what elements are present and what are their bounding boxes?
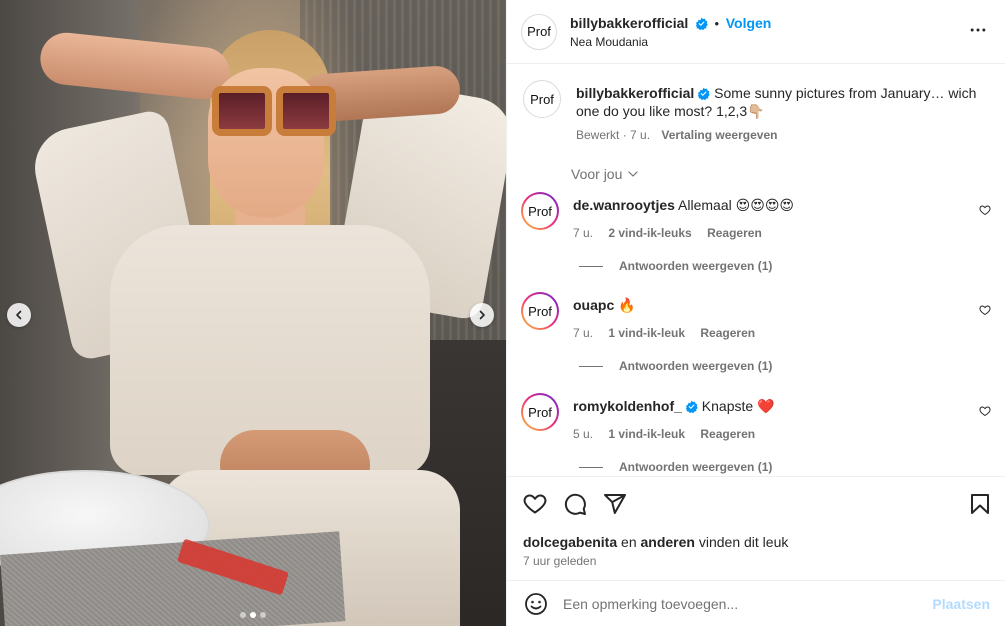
likes-others-link[interactable]: anderen [641,534,695,550]
chevron-left-icon [16,310,22,320]
replies-divider-line [579,466,603,468]
comment-bubble-icon[interactable] [563,492,587,516]
save-bookmark-icon[interactable] [968,492,992,516]
comment-text: Knapste ❤️ [701,398,775,414]
carousel-dot [260,612,266,618]
carousel-prev-button[interactable] [7,303,31,327]
avatar-placeholder-text: Prof [528,404,552,420]
instagram-post: Prof billybakkerofficial • Volgen Nea Mo… [0,0,1005,626]
comment-time: 5 u. [573,427,594,441]
sort-label: Voor jou [571,166,623,182]
comment-sort-dropdown[interactable]: Voor jou [571,166,639,182]
comment-like-count[interactable]: 1 vind-ik-leuk [608,427,685,441]
comment-text: 🔥 [618,297,636,313]
view-replies-label: Antwoorden weergeven (1) [619,359,773,373]
share-send-icon[interactable] [603,492,627,516]
chevron-down-icon [628,171,638,177]
post-actions: dolcegabenita en anderen vinden dit leuk… [507,476,1005,580]
caption-edited-label: Bewerkt [576,128,620,142]
follow-button[interactable]: Volgen [726,15,772,31]
carousel-dot [240,612,246,618]
verified-badge-icon [697,87,711,100]
comment-item: Prof de.wanrooytjes Allemaal 😍😍😍😍 7 u. 2… [521,192,991,242]
post-side-panel: Prof billybakkerofficial • Volgen Nea Mo… [506,0,1005,626]
like-heart-icon[interactable] [523,492,547,516]
view-replies-label: Antwoorden weergeven (1) [619,259,773,273]
likes-suffix: vinden dit leuk [698,534,789,550]
commenter-username[interactable]: romykoldenhof_ [573,398,682,414]
view-replies-button[interactable]: Antwoorden weergeven (1) [579,259,772,273]
replies-divider-line [579,265,603,267]
post-photo[interactable] [0,0,506,626]
comment-like-heart-icon[interactable] [979,204,991,216]
replies-divider-line [579,365,603,367]
post-header: Prof billybakkerofficial • Volgen Nea Mo… [507,0,1005,64]
comment-reply-button[interactable]: Reageren [700,427,755,441]
view-replies-label: Antwoorden weergeven (1) [619,460,773,474]
author-avatar[interactable]: Prof [521,13,557,50]
caption-avatar[interactable]: Prof [523,80,561,118]
avatar-placeholder-text: Prof [528,203,552,219]
comment-text: Allemaal 😍😍😍😍 [678,197,795,213]
verified-badge-icon [685,400,698,413]
likes-and: en [621,534,637,550]
author-username[interactable]: billybakkerofficial [570,15,688,31]
post-caption: Prof billybakkerofficial Some sunny pict… [523,80,983,144]
comment-item: Prof ouapc 🔥 7 u. 1 vind-ik-leuk Reagere… [521,292,991,342]
likes-summary: dolcegabenita en anderen vinden dit leuk [523,534,788,550]
comment-like-count[interactable]: 1 vind-ik-leuk [608,326,685,340]
liker-username[interactable]: dolcegabenita [523,534,617,550]
post-timestamp[interactable]: 7 uur geleden [523,554,596,568]
comment-reply-button[interactable]: Reageren [700,326,755,340]
commenter-username[interactable]: ouapc [573,297,614,313]
view-replies-button[interactable]: Antwoorden weergeven (1) [579,359,772,373]
photo-sunglasses [212,86,336,136]
verified-badge-icon [695,17,708,30]
avatar-placeholder-text: Prof [527,24,551,39]
post-location[interactable]: Nea Moudania [570,35,771,49]
commenter-avatar[interactable]: Prof [521,393,559,431]
carousel-dot-active [250,612,256,618]
chevron-right-icon [479,310,485,320]
caption-time: 7 u. [630,128,651,142]
avatar-placeholder-text: Prof [528,303,552,319]
comment-time: 7 u. [573,226,594,240]
caption-username[interactable]: billybakkerofficial [576,85,694,101]
comment-time: 7 u. [573,326,594,340]
post-comment-button[interactable]: Plaatsen [932,596,990,612]
carousel-indicator [0,612,506,618]
comment-like-count[interactable]: 2 vind-ik-leuks [608,226,691,240]
translate-link[interactable]: Vertaling weergeven [661,128,777,142]
more-options-icon[interactable] [968,20,988,40]
commenter-avatar[interactable]: Prof [521,192,559,230]
add-comment-bar: Plaatsen [507,580,1005,626]
comment-like-heart-icon[interactable] [979,304,991,316]
avatar-placeholder-text: Prof [530,91,554,107]
header-separator: • [714,15,720,31]
comment-like-heart-icon[interactable] [979,405,991,417]
comment-input[interactable] [563,595,903,612]
comment-item: Prof romykoldenhof_ Knapste ❤️ 5 u. 1 vi… [521,393,991,443]
comment-reply-button[interactable]: Reageren [707,226,762,240]
emoji-smiley-icon[interactable] [524,592,548,616]
view-replies-button[interactable]: Antwoorden weergeven (1) [579,460,772,474]
commenter-avatar[interactable]: Prof [521,292,559,330]
commenter-username[interactable]: de.wanrooytjes [573,197,675,213]
carousel-next-button[interactable] [470,303,494,327]
